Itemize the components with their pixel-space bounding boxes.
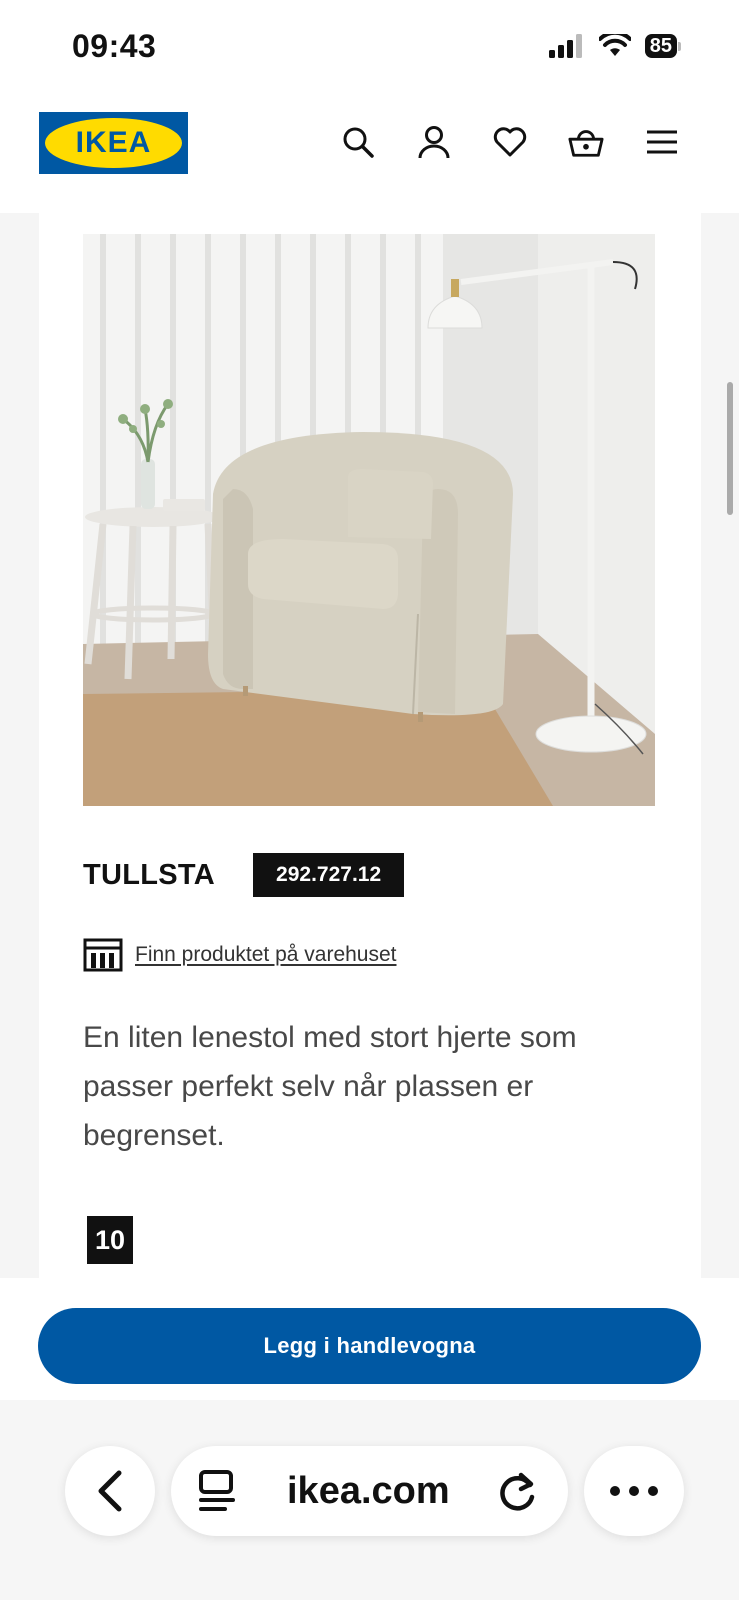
ikea-logo[interactable]: IKEA — [39, 112, 188, 174]
status-bar: 09:43 85 — [0, 0, 739, 98]
site-header: IKEA — [0, 98, 739, 213]
find-in-store-link[interactable]: Finn produktet på varehuset — [135, 943, 397, 967]
account-icon[interactable] — [416, 124, 452, 160]
badge: 10 — [87, 1216, 134, 1264]
store-icon — [83, 938, 123, 972]
more-icon — [610, 1486, 658, 1496]
article-number: 292.727.12 — [253, 853, 405, 897]
header-nav — [340, 124, 680, 160]
wifi-icon — [598, 34, 631, 56]
logo-text: IKEA — [75, 126, 152, 159]
more-button[interactable] — [584, 1446, 684, 1536]
product-title-row: TULLSTA 292.727.12 — [83, 853, 405, 897]
address-bar[interactable]: ikea.com — [171, 1446, 568, 1536]
basket-icon[interactable] — [568, 124, 604, 160]
status-time: 09:43 — [72, 28, 157, 64]
product-name: TULLSTA — [83, 858, 216, 891]
menu-icon[interactable] — [644, 124, 680, 160]
signal-icon — [548, 34, 582, 58]
heart-icon[interactable] — [492, 124, 528, 160]
reload-icon[interactable] — [497, 1469, 539, 1513]
reader-icon[interactable] — [197, 1470, 237, 1512]
url-text[interactable]: ikea.com — [287, 1470, 450, 1513]
product-card: TULLSTA 292.727.12 Finn produktet på var… — [39, 213, 701, 1278]
battery-icon: 85 — [644, 34, 681, 58]
battery-level: 85 — [644, 34, 677, 58]
logo-oval: IKEA — [45, 118, 182, 168]
product-description: En liten lenestol med stort hjerte som p… — [83, 1021, 577, 1152]
store-link-row[interactable]: Finn produktet på varehuset — [83, 938, 397, 972]
browser-toolbar: ikea.com — [0, 1400, 739, 1600]
back-icon — [98, 1470, 122, 1512]
back-button[interactable] — [65, 1446, 155, 1536]
scrollbar[interactable] — [727, 382, 733, 515]
status-icons: 85 — [548, 34, 681, 58]
search-icon[interactable] — [340, 124, 376, 160]
add-to-cart-button[interactable]: Legg i handlevogna — [38, 1308, 701, 1384]
product-image[interactable] — [83, 234, 655, 806]
